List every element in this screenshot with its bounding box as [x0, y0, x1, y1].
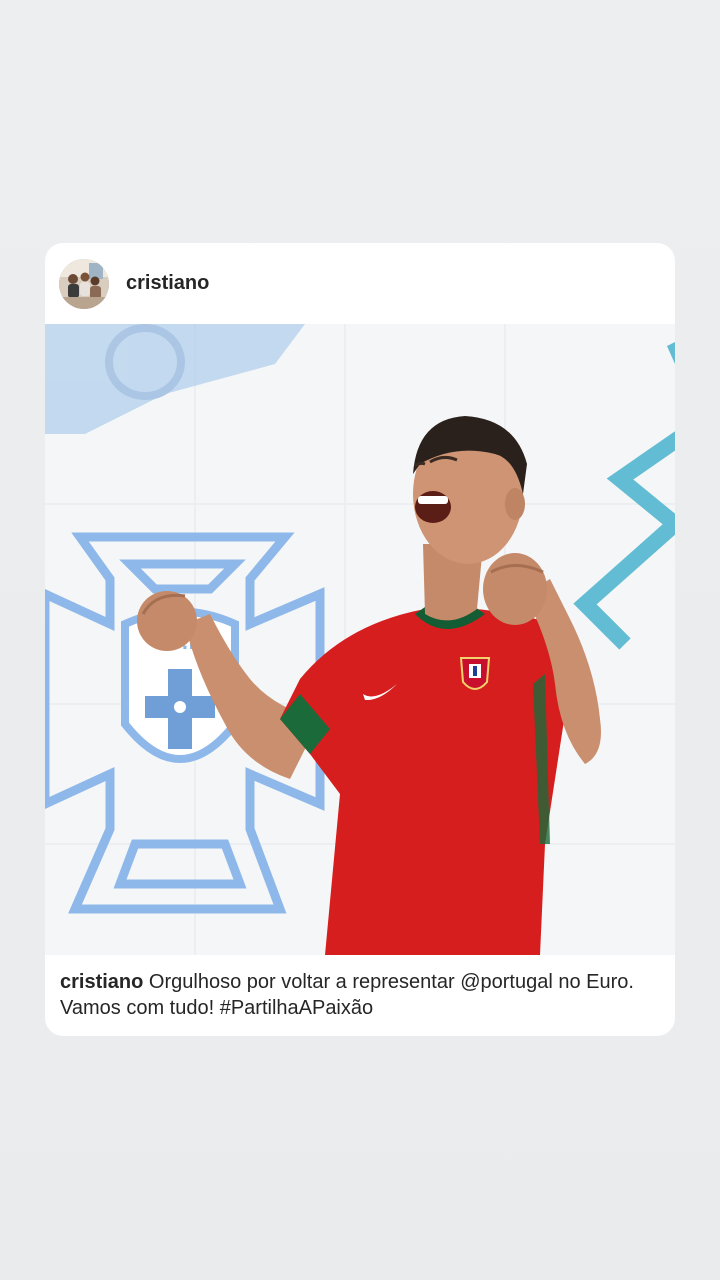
- post-username[interactable]: cristiano: [126, 272, 209, 295]
- caption-text: Orgulhoso por voltar a representar @port…: [60, 971, 634, 1019]
- post-caption: cristiano Orgulhoso por voltar a represe…: [60, 969, 660, 1021]
- story-screen: cristiano cristiano Orgulhoso por voltar…: [0, 0, 720, 1280]
- post-header: cristiano: [45, 243, 675, 324]
- caption-username[interactable]: cristiano: [60, 971, 143, 993]
- post-image[interactable]: F.P.F.: [45, 324, 675, 955]
- profile-avatar[interactable]: [59, 258, 109, 309]
- player-celebration-icon: F.P.F.: [45, 324, 675, 955]
- avatar-photo-icon: [59, 258, 109, 309]
- post-card[interactable]: cristiano cristiano Orgulhoso por voltar…: [45, 243, 675, 1036]
